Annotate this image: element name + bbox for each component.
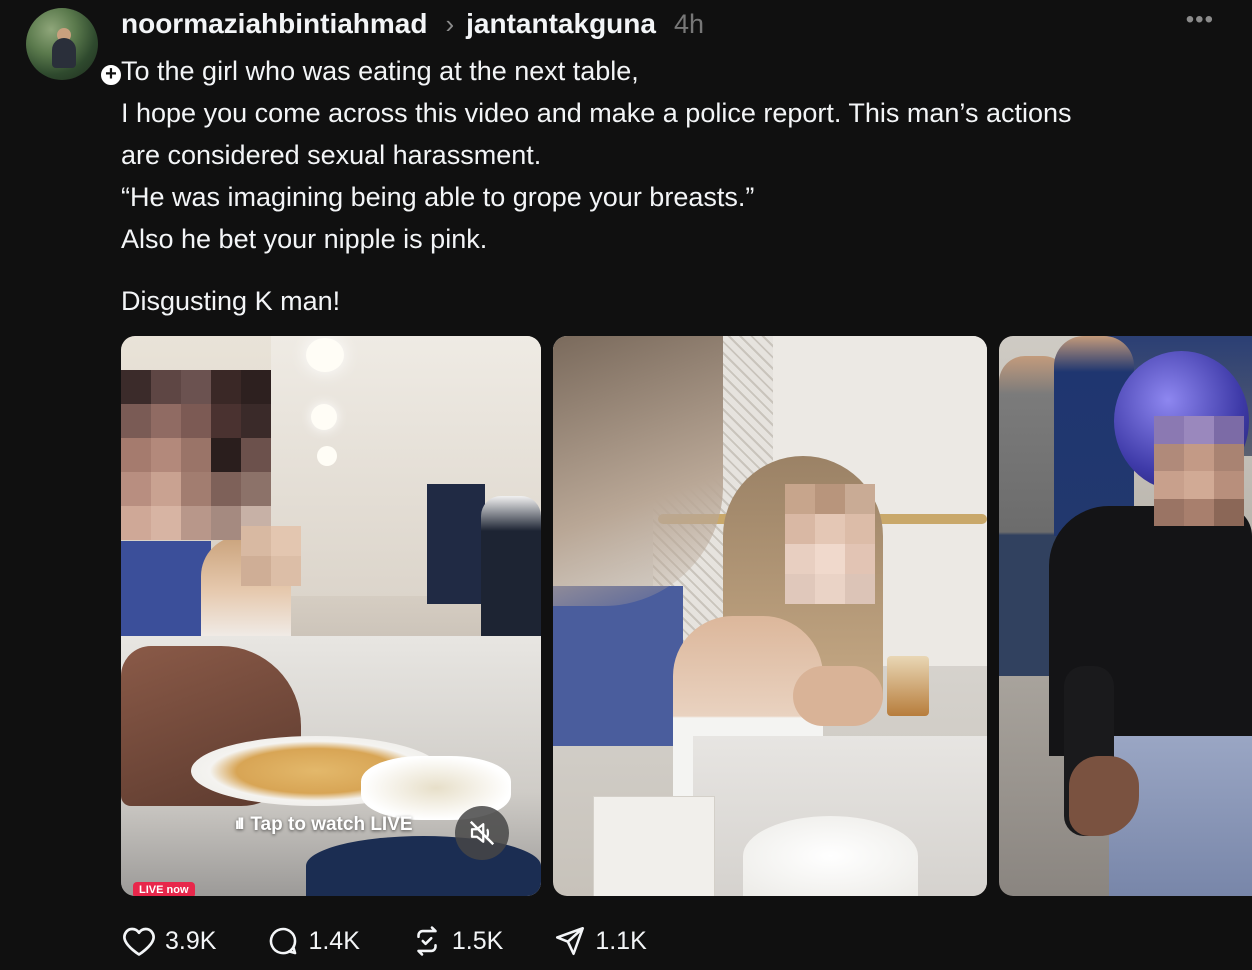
blurred-face [785, 484, 875, 604]
blurred-face [241, 526, 301, 586]
avatar[interactable] [26, 8, 98, 80]
media-image-3[interactable] [999, 336, 1252, 896]
post-time: 4h [673, 8, 704, 39]
media-video-live[interactable]: ıll Tap to watch LIVE LIVE now [121, 336, 541, 896]
avatar-wrapper[interactable]: + [26, 8, 124, 88]
ceiling-light [317, 446, 337, 466]
community-name[interactable]: jantantakguna [466, 8, 656, 40]
like-button[interactable]: 3.9K [121, 924, 216, 958]
blurred-face [121, 370, 271, 540]
post-line: To the girl who was eating at the next t… [121, 56, 639, 86]
repost-icon [417, 926, 437, 956]
post-header: noormaziahbintiahmad › jantantakguna 4h [121, 4, 704, 44]
comment-icon [270, 927, 297, 955]
heart-icon [123, 927, 155, 956]
live-prompt-label: Tap to watch LIVE [250, 814, 413, 835]
ceiling-light [311, 404, 337, 430]
like-count: 3.9K [165, 926, 217, 955]
blue-booth [121, 541, 211, 651]
dark-doorway [427, 484, 485, 604]
arm [793, 666, 883, 726]
repost-button[interactable]: 1.5K [410, 924, 503, 958]
post-line: are considered sexual harassment. [121, 140, 542, 170]
avatar-figure [52, 38, 76, 68]
napkin-box [593, 796, 715, 896]
more-icon[interactable]: ••• [1186, 6, 1214, 34]
mute-icon-glyph [469, 820, 495, 846]
share-icon [556, 926, 585, 956]
ceiling-light [306, 338, 344, 372]
rice-mound [743, 816, 918, 896]
post-line: “He was imagining being able to grope yo… [121, 182, 755, 212]
tap-to-watch-live[interactable]: ıll Tap to watch LIVE [235, 814, 413, 836]
post-line: I hope you come across this video and ma… [121, 98, 1072, 128]
action-bar: 3.9K 1.4K 1.5K 1.1K [121, 924, 697, 958]
author-username[interactable]: noormaziahbintiahmad [121, 8, 427, 40]
share-button[interactable]: 1.1K [553, 924, 647, 958]
blurred-face [1154, 416, 1244, 526]
reply-button[interactable]: 1.4K [266, 924, 360, 958]
post-body: To the girl who was eating at the next t… [121, 50, 1231, 322]
repost-count: 1.5K [451, 926, 504, 955]
post-line: Also he bet your nipple is pink. [121, 224, 488, 254]
booth [553, 586, 683, 746]
drink-glass [887, 656, 929, 716]
live-bars-icon: ıll [235, 816, 244, 833]
live-badge: LIVE now [133, 882, 195, 896]
mute-icon[interactable] [455, 806, 509, 860]
chevron-right-icon: › [445, 8, 455, 39]
share-count: 1.1K [595, 926, 647, 955]
post-line: Disgusting K man! [121, 286, 341, 316]
waiter-figure [481, 496, 541, 636]
media-image-2[interactable] [553, 336, 987, 896]
reply-count: 1.4K [308, 926, 360, 955]
